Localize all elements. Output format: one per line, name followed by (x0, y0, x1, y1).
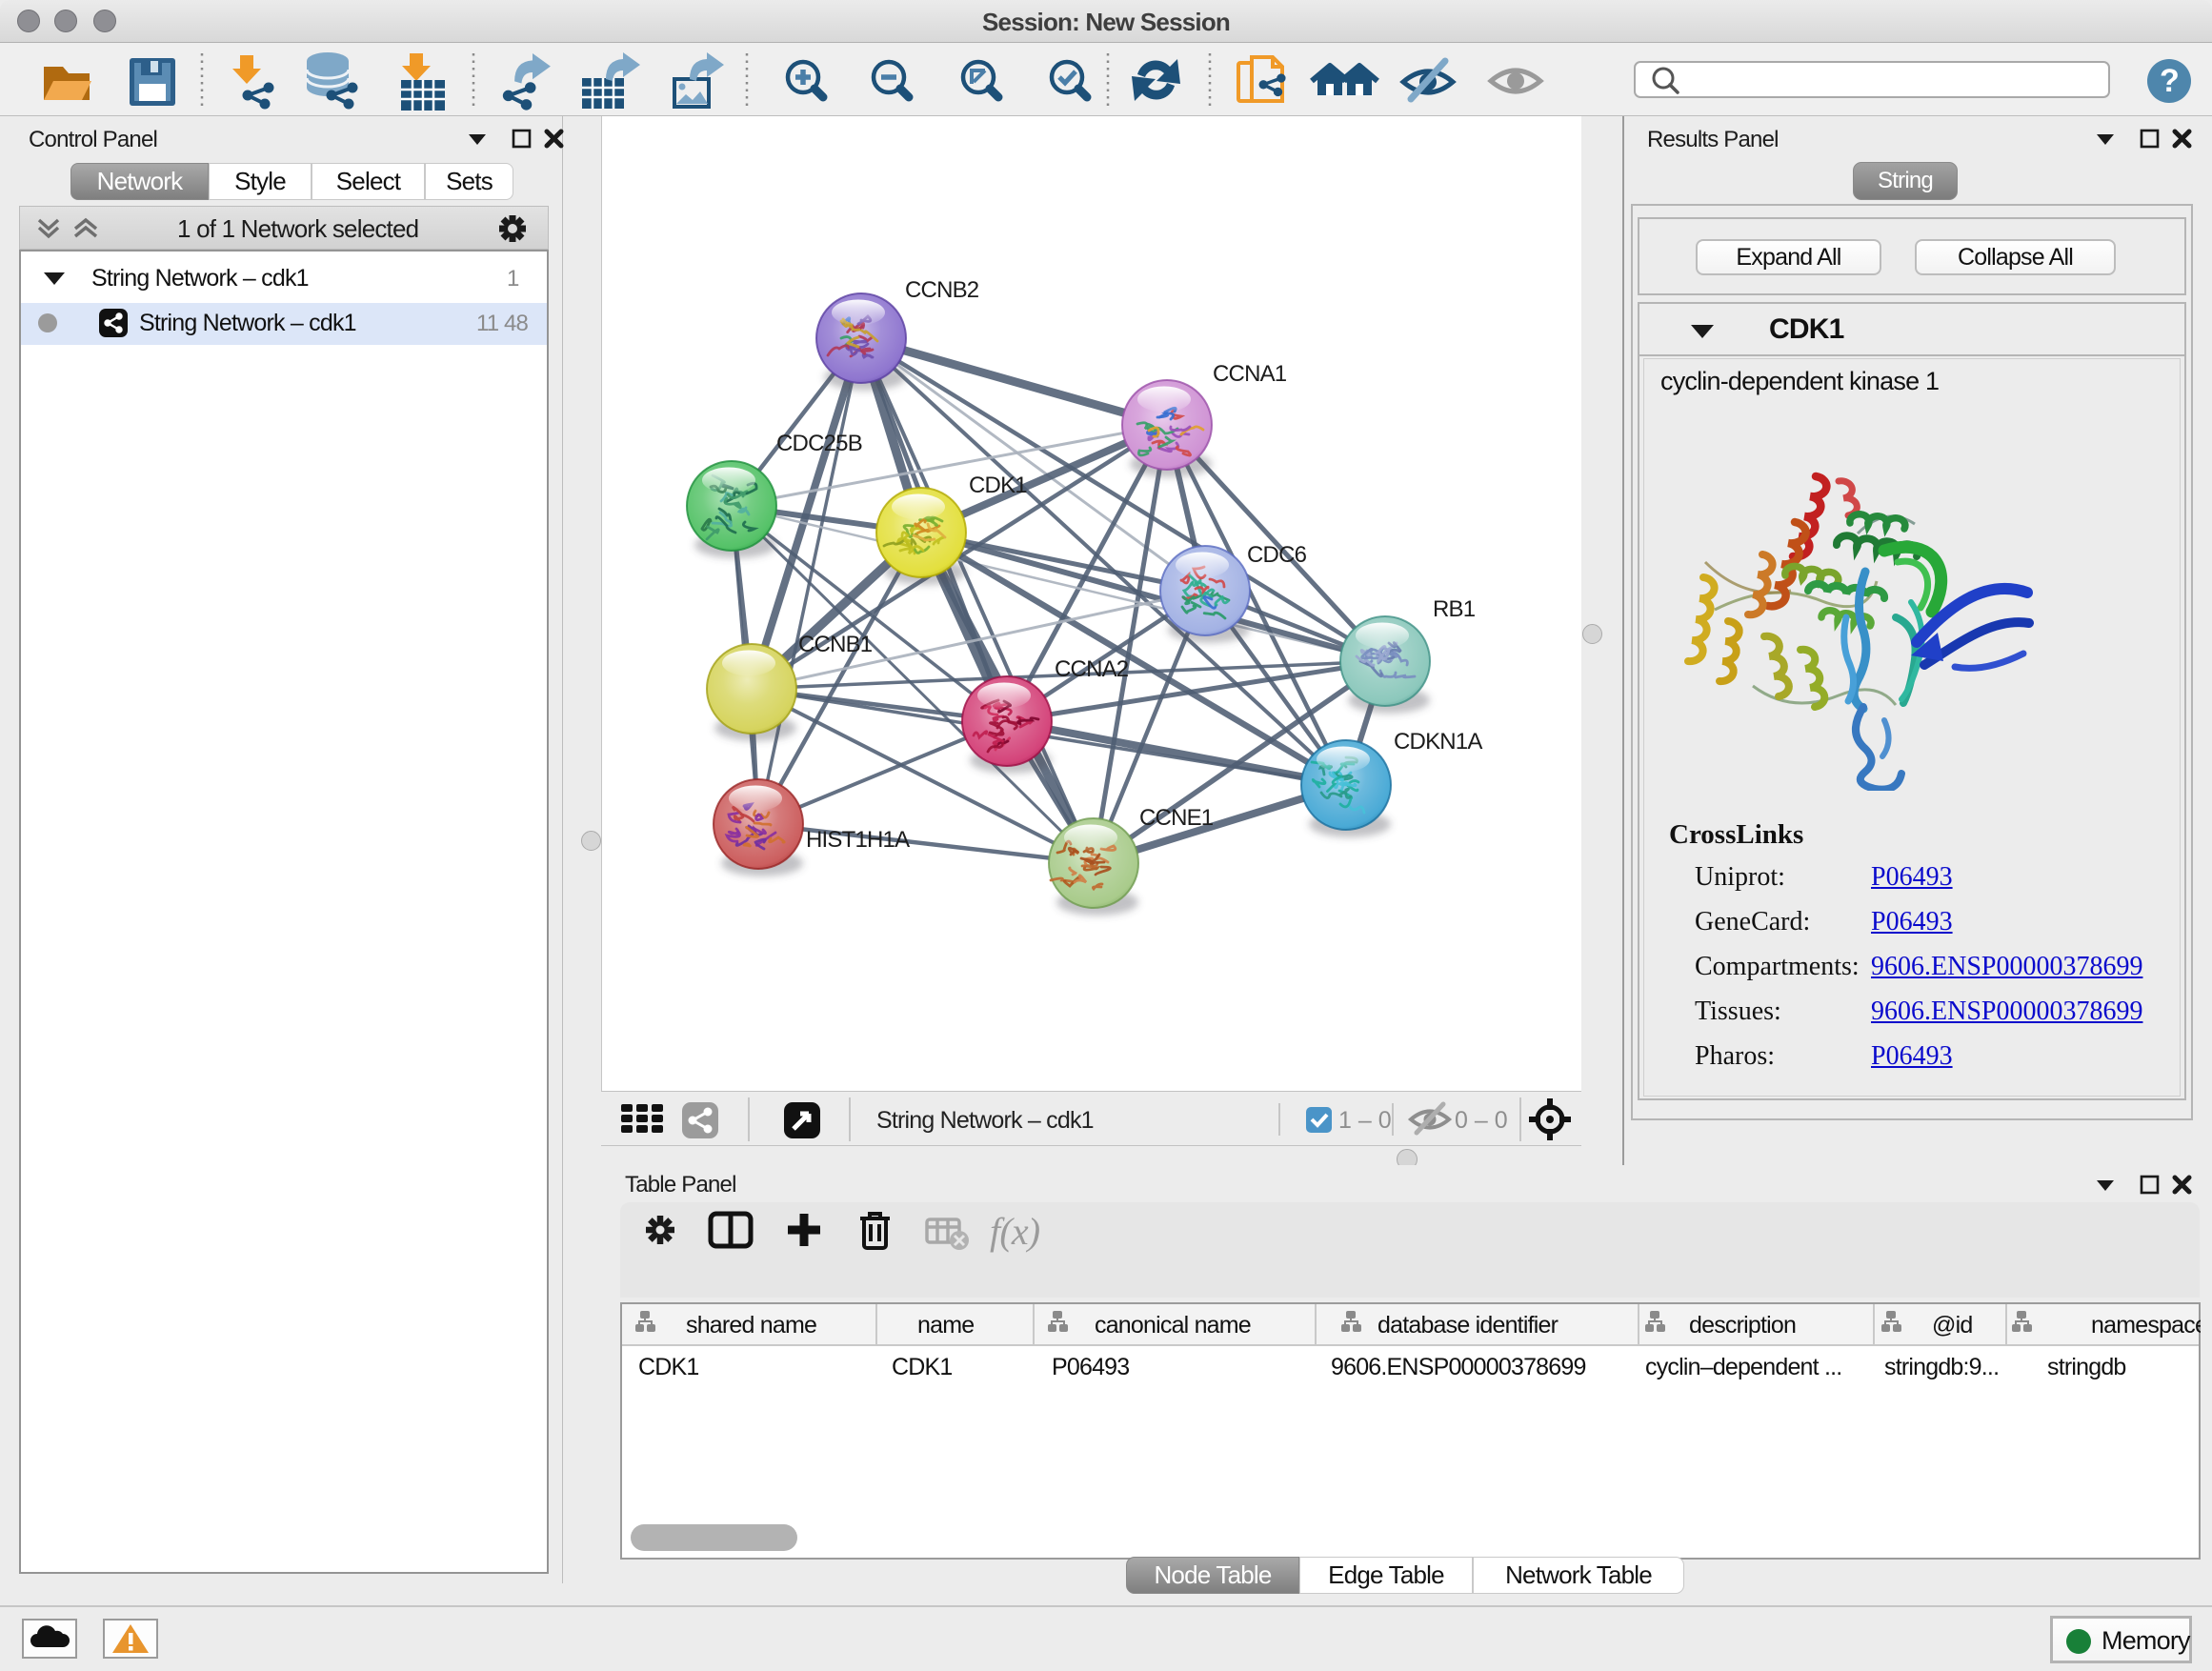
svg-text:canonical name: canonical name (1095, 1312, 1251, 1339)
svg-text:@id: @id (1932, 1312, 1972, 1339)
svg-text:CCNB1: CCNB1 (798, 632, 873, 657)
svg-text:1 – 0: 1 – 0 (1338, 1107, 1392, 1134)
svg-text:String Network – cdk1: String Network – cdk1 (876, 1107, 1094, 1134)
svg-text:1 of 1 Network selected: 1 of 1 Network selected (177, 214, 418, 243)
svg-text:CDKN1A: CDKN1A (1394, 729, 1482, 755)
svg-text:namespace: namespace (2091, 1312, 2201, 1339)
svg-text:cyclin–dependent ...: cyclin–dependent ... (1645, 1354, 1841, 1380)
svg-text:CCNA2: CCNA2 (1055, 656, 1129, 682)
svg-text:CDC6: CDC6 (1247, 542, 1307, 568)
svg-text:CCNB2: CCNB2 (905, 277, 979, 303)
svg-text:stringdb:9...: stringdb:9... (1884, 1354, 1999, 1380)
svg-text:P06493: P06493 (1052, 1354, 1129, 1380)
svg-text:RB1: RB1 (1433, 596, 1476, 622)
svg-text:CCNE1: CCNE1 (1139, 805, 1214, 831)
svg-text:HIST1H1A: HIST1H1A (806, 827, 910, 853)
svg-text:name: name (917, 1312, 974, 1339)
svg-text:description: description (1689, 1312, 1796, 1339)
svg-text:f(x): f(x) (990, 1210, 1040, 1253)
svg-text:stringdb: stringdb (2047, 1354, 2126, 1380)
svg-text:0 – 0: 0 – 0 (1455, 1107, 1508, 1134)
svg-text:database identifier: database identifier (1377, 1312, 1558, 1339)
svg-text:CDK1: CDK1 (638, 1354, 699, 1380)
svg-text:shared name: shared name (686, 1312, 816, 1339)
svg-text:CDC25B: CDC25B (776, 431, 862, 456)
svg-text:CDK1: CDK1 (892, 1354, 953, 1380)
svg-text:CDK1: CDK1 (969, 473, 1027, 498)
svg-text:CCNA1: CCNA1 (1213, 361, 1287, 387)
svg-text:9606.ENSP00000378699: 9606.ENSP00000378699 (1331, 1354, 1586, 1380)
